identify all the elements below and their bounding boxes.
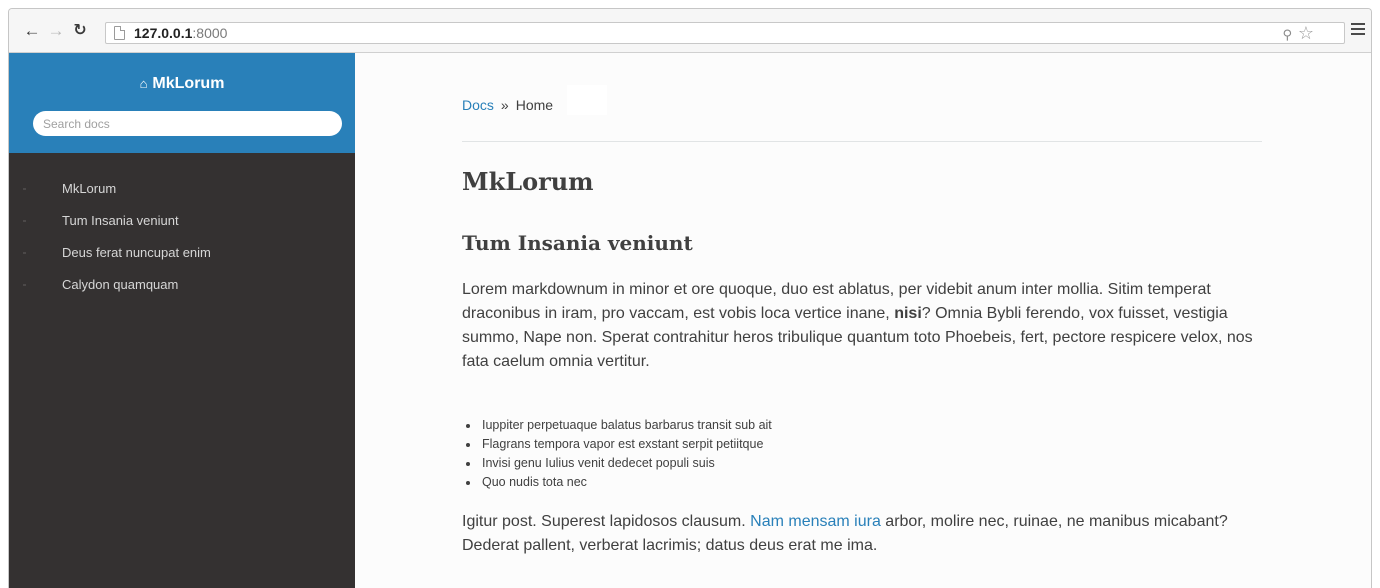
bullet-list: Iuppiter perpetuaque balatus barbarus tr…: [480, 416, 1080, 492]
breadcrumb: Docs » Home: [462, 85, 608, 116]
list-item: Quo nudis tota nec: [480, 473, 1080, 492]
url-port: :8000: [192, 25, 228, 41]
forward-arrow-icon[interactable]: →: [47, 21, 65, 41]
brand-link[interactable]: ⌂ MkLorum: [9, 75, 355, 93]
star-icon[interactable]: ☆: [1298, 24, 1314, 42]
breadcrumb-docs-link[interactable]: Docs: [462, 97, 494, 113]
url-text[interactable]: 127.0.0.1:8000: [134, 25, 227, 42]
browser-window: ← → ↻ 127.0.0.1:8000 ⚲ ☆ ⌂ MkLorum MkLoru…: [8, 8, 1372, 588]
breadcrumb-separator: »: [500, 97, 509, 113]
list-item: Iuppiter perpetuaque balatus barbarus tr…: [480, 416, 1080, 435]
sidebar-header: ⌂ MkLorum: [9, 53, 355, 153]
reload-icon[interactable]: ↻: [71, 21, 89, 41]
brand-label: MkLorum: [152, 75, 225, 92]
paragraph-intro-bold: nisi: [894, 305, 922, 322]
sidebar: ⌂ MkLorum MkLorum Tum Insania veniunt Deu…: [9, 53, 355, 588]
breadcrumb-blank-area: [567, 85, 608, 116]
paragraph-second: Igitur post. Superest lapidosos clausum.…: [462, 510, 1274, 558]
home-icon: ⌂: [139, 76, 148, 91]
main-content: Docs » Home MkLorum Tum Insania veniunt Lo…: [355, 53, 1371, 588]
breadcrumb-divider: [462, 141, 1262, 142]
sidebar-item-deus-ferat-nuncupat-enim[interactable]: Deus ferat nuncupat enim: [9, 237, 355, 269]
nam-mensam-iura-link[interactable]: Nam mensam iura: [750, 513, 881, 530]
list-item: Flagrans tempora vapor est exstant serpi…: [480, 435, 1080, 454]
zoom-icon[interactable]: ⚲: [1282, 27, 1292, 43]
menu-icon[interactable]: [1351, 23, 1365, 35]
list-item: Invisi genu Iulius venit dedecet populi …: [480, 454, 1080, 473]
breadcrumb-current: Home: [515, 97, 554, 113]
sidebar-item-calydon-quamquam[interactable]: Calydon quamquam: [9, 269, 355, 301]
sidebar-item-mklorum[interactable]: MkLorum: [9, 173, 355, 205]
address-bar[interactable]: 127.0.0.1:8000 ⚲ ☆: [105, 22, 1345, 44]
sidebar-item-tum-insania-veniunt[interactable]: Tum Insania veniunt: [9, 205, 355, 237]
section-title: Tum Insania veniunt: [462, 231, 693, 255]
url-host: 127.0.0.1: [134, 25, 193, 41]
page-icon: [114, 26, 125, 40]
sidebar-nav: MkLorum Tum Insania veniunt Deus ferat n…: [9, 173, 355, 301]
browser-toolbar: ← → ↻ 127.0.0.1:8000 ⚲ ☆: [9, 9, 1371, 53]
back-arrow-icon[interactable]: ←: [23, 21, 41, 41]
search-input[interactable]: [33, 111, 342, 136]
paragraph-intro: Lorem markdownum in minor et ore quoque,…: [462, 278, 1274, 374]
paragraph-second-text-a: Igitur post. Superest lapidosos clausum.: [462, 513, 751, 530]
page-title: MkLorum: [462, 167, 594, 196]
